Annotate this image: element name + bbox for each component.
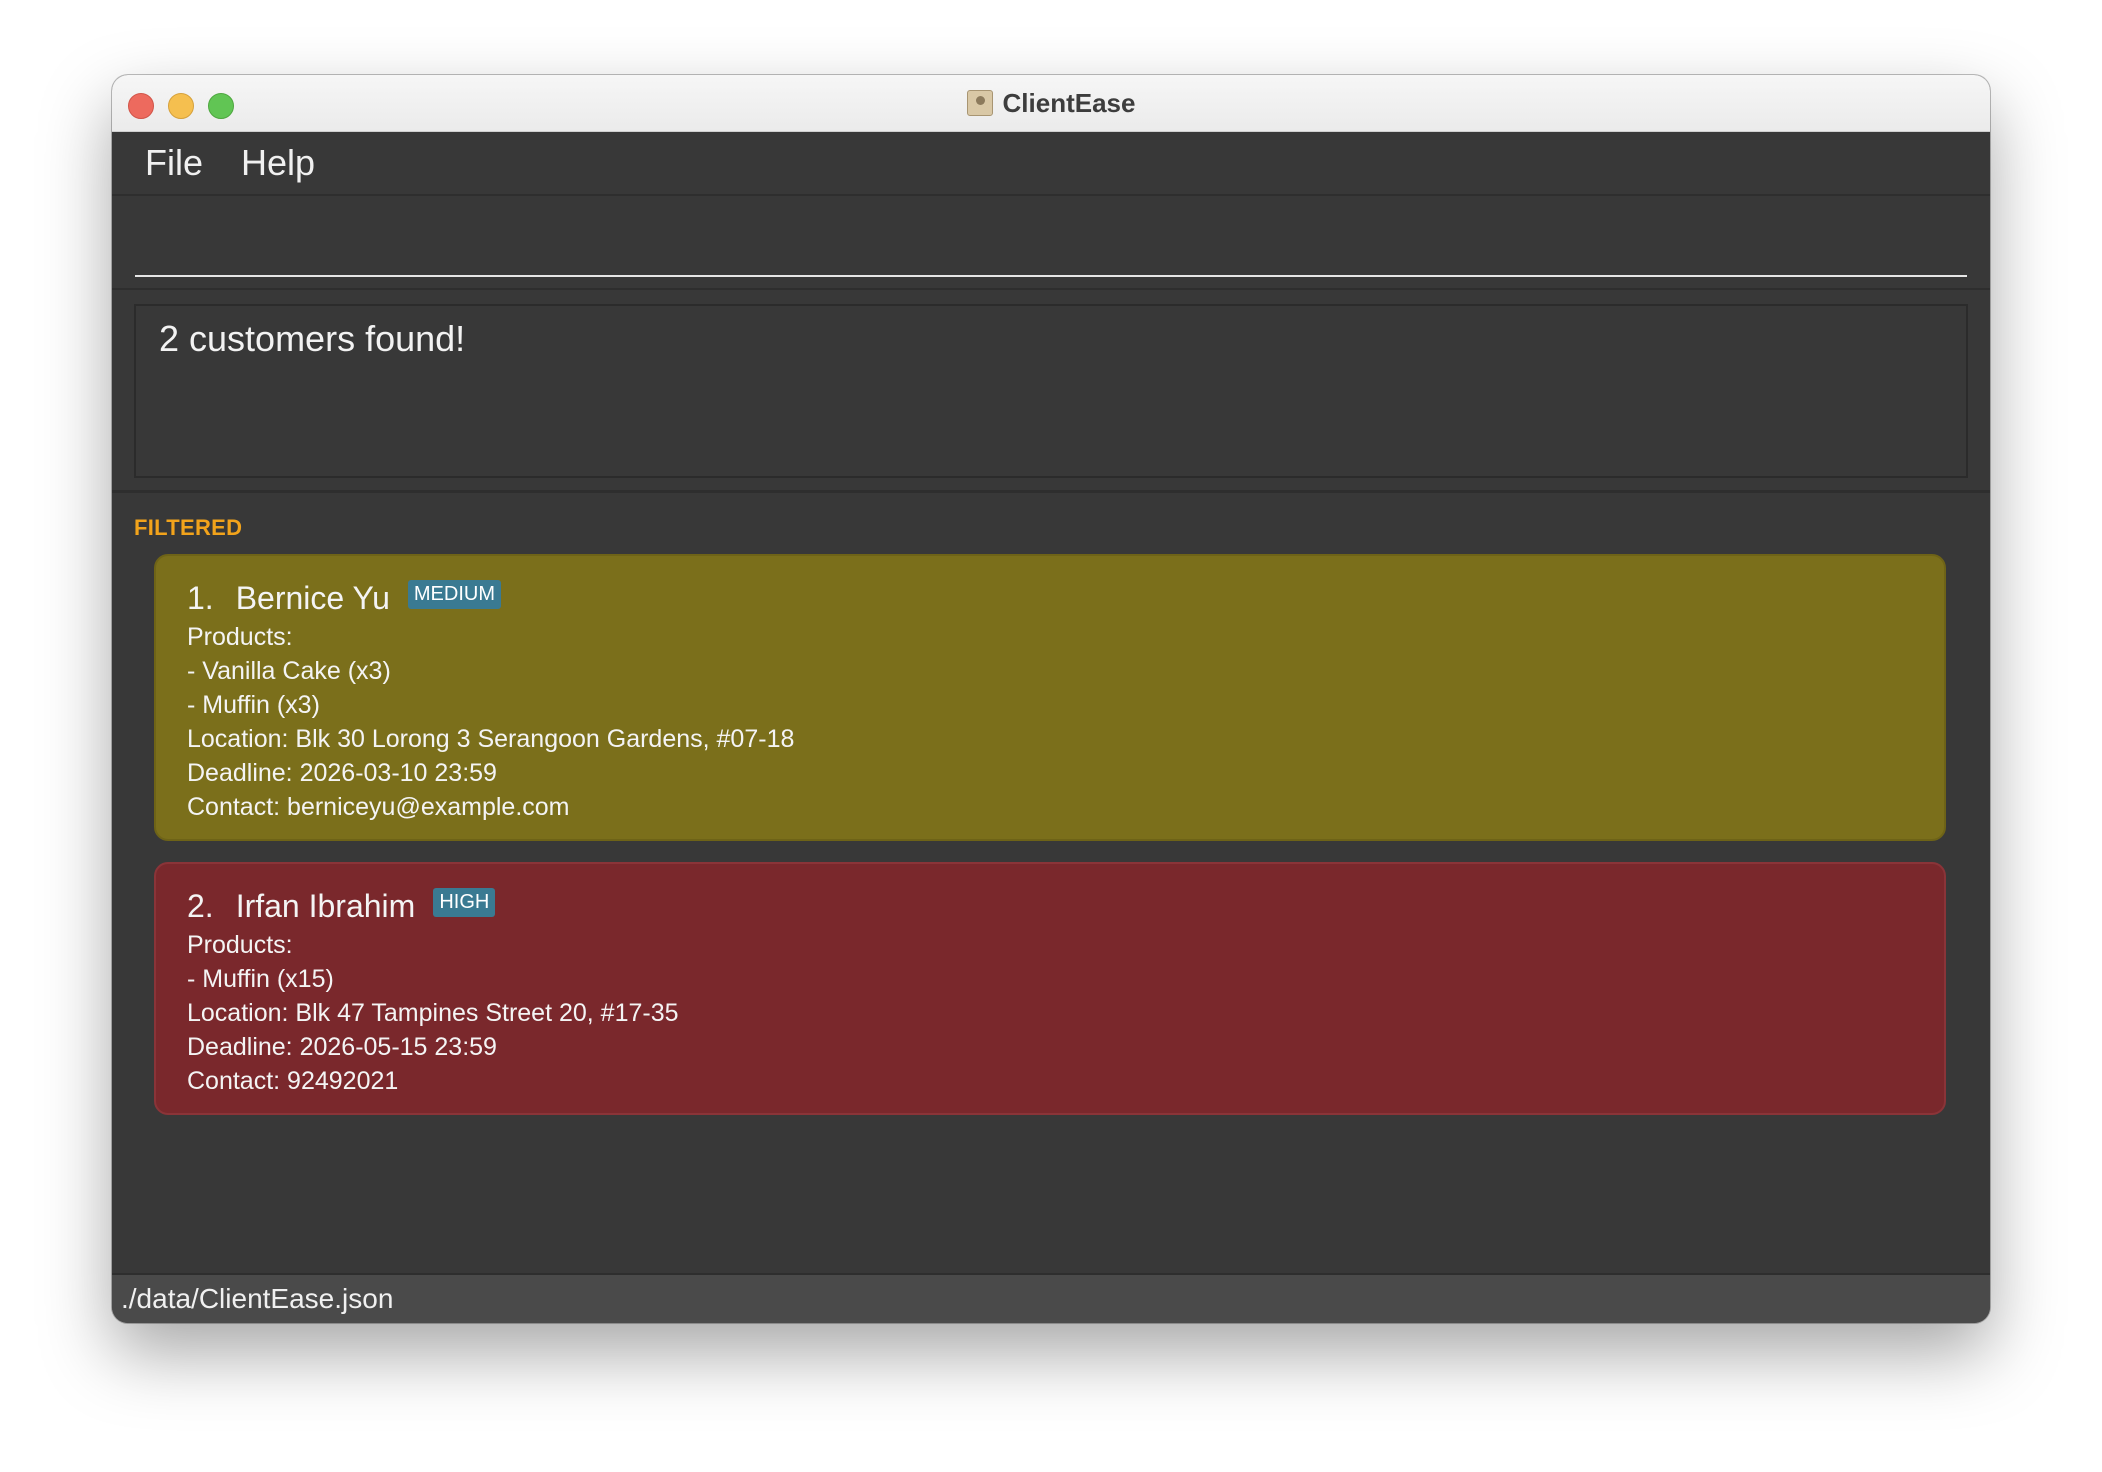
customer-details: Products: - Muffin (x15) Location: Blk 4… (187, 928, 1944, 1098)
customer-deadline: Deadline: 2026-03-10 23:59 (187, 759, 497, 787)
window-title-group: ClientEase (112, 75, 1990, 131)
app-window: ClientEase File Help 2 customers found! … (112, 75, 1990, 1323)
menu-file[interactable]: File (145, 142, 203, 184)
priority-badge: MEDIUM (407, 579, 501, 609)
list-divider (112, 490, 1990, 493)
customer-contact: Contact: berniceyu@example.com (187, 793, 570, 821)
customer-location: Location: Blk 30 Lorong 3 Serangoon Gard… (187, 725, 795, 753)
address-book-icon (966, 90, 993, 116)
customer-card-header: 1. Bernice Yu MEDIUM (187, 576, 1944, 620)
result-message: 2 customers found! (159, 318, 466, 359)
products-label: Products: (187, 623, 293, 651)
product-item: - Muffin (x15) (187, 965, 334, 993)
result-display: 2 customers found! (134, 304, 1968, 478)
products-label: Products: (187, 931, 293, 959)
customer-details: Products: - Vanilla Cake (x3) - Muffin (… (187, 620, 1944, 824)
customer-index: 1. (187, 579, 214, 616)
product-item: - Vanilla Cake (x3) (187, 657, 391, 685)
filter-status-label: FILTERED (134, 515, 243, 540)
menu-bar: File Help (112, 132, 1990, 196)
product-item: - Muffin (x3) (187, 691, 320, 719)
customer-card-header: 2. Irfan Ibrahim HIGH (187, 884, 1944, 928)
customer-index: 2. (187, 887, 214, 924)
customer-card[interactable]: 2. Irfan Ibrahim HIGH Products: - Muffin… (154, 862, 1946, 1115)
command-input[interactable] (135, 198, 1967, 277)
menu-help[interactable]: Help (241, 142, 315, 184)
customer-card[interactable]: 1. Bernice Yu MEDIUM Products: - Vanilla… (154, 554, 1946, 841)
customer-location: Location: Blk 47 Tampines Street 20, #17… (187, 999, 679, 1027)
command-box (112, 198, 1990, 290)
customer-name: Irfan Ibrahim (235, 887, 416, 924)
status-bar: ./data/ClientEase.json (112, 1273, 1990, 1323)
customer-name: Bernice Yu (235, 579, 390, 616)
customer-deadline: Deadline: 2026-05-15 23:59 (187, 1033, 497, 1061)
priority-badge: HIGH (433, 887, 496, 917)
data-file-path: ./data/ClientEase.json (121, 1283, 394, 1314)
window-title: ClientEase (1002, 87, 1136, 118)
title-bar[interactable]: ClientEase (112, 75, 1990, 132)
customer-contact: Contact: 92492021 (187, 1067, 399, 1095)
